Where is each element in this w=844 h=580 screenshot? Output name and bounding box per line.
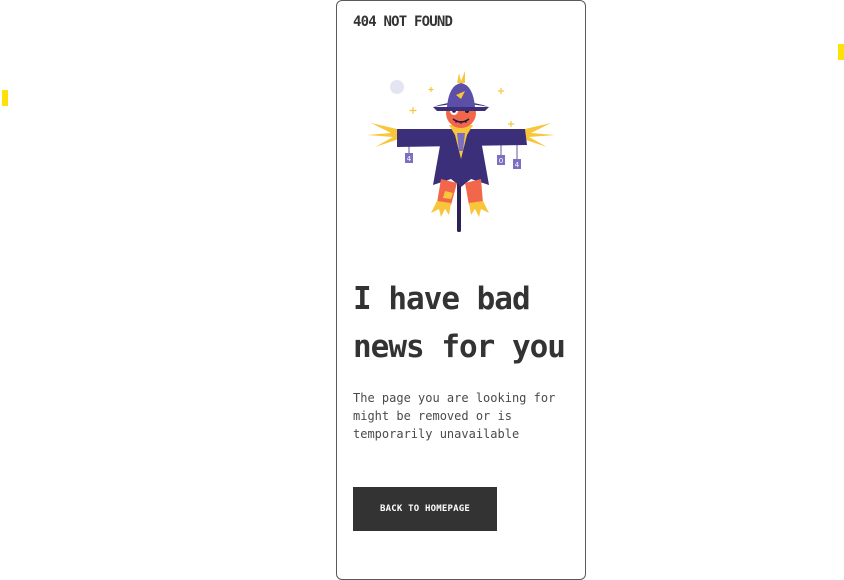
headline-line-1: I have bad <box>353 281 531 317</box>
headline-line-2: news for you <box>353 329 566 365</box>
yellow-accent-left <box>2 90 8 106</box>
page-headline: I have bad news for you <box>353 275 585 371</box>
error-message: The page you are looking for might be re… <box>353 391 556 441</box>
scarecrow-illustration: 4 0 4 <box>367 71 555 232</box>
brand-label: 404 NOT FOUND <box>353 14 453 30</box>
tag-1: 4 <box>407 155 412 163</box>
tag-2: 0 <box>499 157 503 165</box>
yellow-accent-right <box>838 44 844 60</box>
back-to-homepage-button[interactable]: BACK TO HOMEPAGE <box>353 487 497 531</box>
mobile-frame: 404 NOT FOUND 4 0 4 I have bad news for … <box>336 0 586 580</box>
moon-circle <box>390 80 404 94</box>
tag-3: 4 <box>515 161 520 169</box>
